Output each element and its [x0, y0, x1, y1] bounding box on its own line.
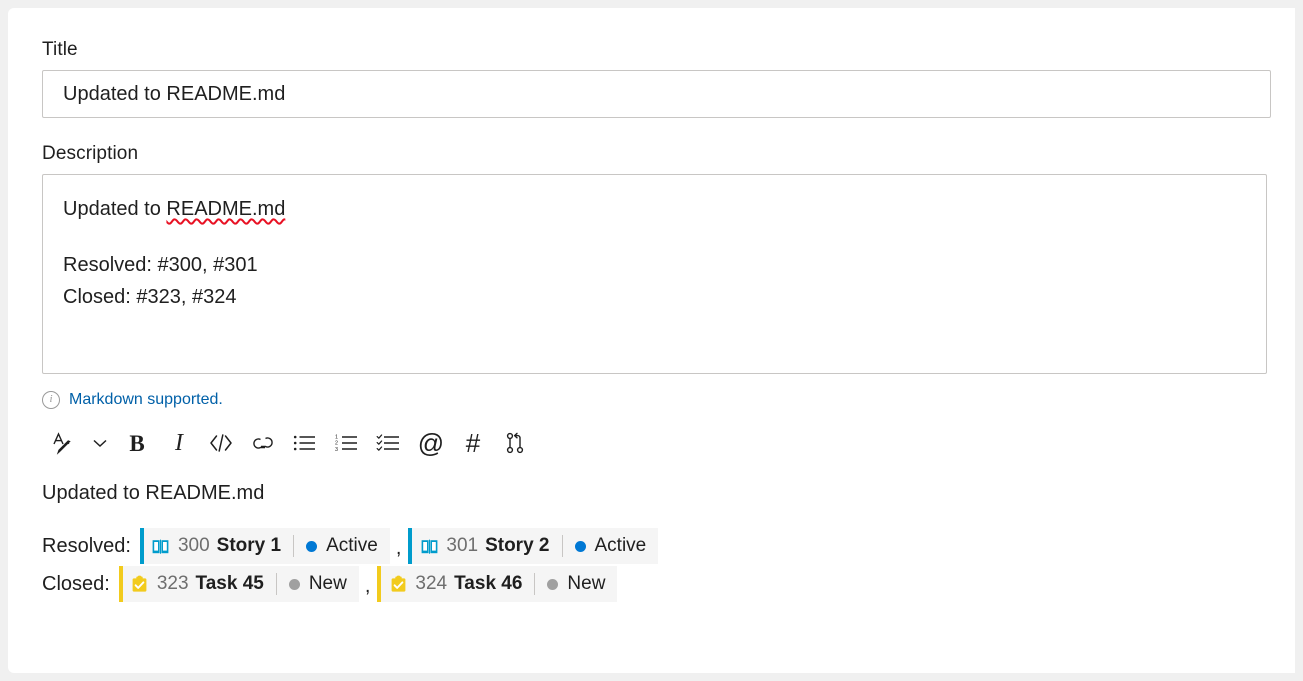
row-label: Resolved: — [42, 534, 131, 557]
title-label: Title — [42, 39, 78, 60]
chip-divider — [534, 573, 536, 595]
description-misspelled-word: README.md — [166, 198, 286, 220]
separator: , — [395, 537, 402, 559]
linked-work-items: Resolved: 300 Story 1 Active , 301 Story… — [42, 528, 1269, 602]
bold-icon[interactable]: B — [116, 424, 158, 462]
description-blank-line — [63, 225, 1246, 249]
work-item-form-panel: Title Description Updated to README.md Re… — [8, 8, 1295, 673]
link-icon[interactable] — [242, 424, 284, 462]
description-label: Description — [42, 143, 139, 164]
work-item-id: 324 — [415, 573, 448, 594]
description-line-2: Resolved: #300, #301 — [63, 254, 258, 276]
bold-glyph: B — [129, 430, 145, 456]
font-color-icon[interactable] — [42, 424, 84, 462]
state-dot — [574, 540, 586, 552]
svg-text:2: 2 — [335, 441, 338, 447]
markdown-hint: i Markdown supported. — [42, 390, 1269, 410]
chip-divider — [275, 573, 277, 595]
user-story-icon — [419, 536, 439, 556]
work-item-chip[interactable]: 324 Task 46 New — [377, 566, 618, 602]
checklist-icon[interactable] — [368, 424, 410, 462]
markdown-supported-link[interactable]: Markdown supported. — [69, 391, 223, 409]
work-item-state: New — [308, 573, 347, 594]
description-preview: Updated to README.md Resolved: 300 Story… — [42, 478, 1269, 602]
hashtag-glyph: # — [465, 428, 481, 458]
work-item-title: Story 1 — [216, 535, 282, 556]
work-item-chip[interactable]: 323 Task 45 New — [118, 566, 359, 602]
hashtag-icon[interactable]: # — [452, 424, 494, 462]
work-item-state: Active — [326, 535, 378, 556]
mention-glyph: @ — [417, 428, 445, 458]
mention-icon[interactable]: @ — [410, 424, 452, 462]
work-item-chip[interactable]: 301 Story 2 Active — [408, 528, 659, 564]
description-line-3: Closed: #323, #324 — [63, 286, 237, 308]
preview-heading: Updated to README.md — [42, 482, 265, 504]
formatting-toolbar: B I 1 2 3 @ # — [42, 422, 1269, 464]
task-icon — [130, 574, 150, 594]
work-item-state: New — [567, 573, 606, 594]
italic-icon[interactable]: I — [158, 424, 200, 462]
chip-divider — [293, 535, 295, 557]
state-dot — [288, 578, 300, 590]
work-item-title: Task 46 — [454, 573, 523, 594]
row-label: Closed: — [42, 572, 110, 595]
description-line-1-prefix: Updated to — [63, 198, 167, 220]
svg-text:1: 1 — [335, 434, 338, 440]
work-item-title: Task 45 — [195, 573, 264, 594]
work-item-id: 301 — [446, 535, 479, 556]
italic-glyph: I — [175, 430, 183, 456]
svg-text:3: 3 — [335, 447, 338, 453]
task-icon — [388, 574, 408, 594]
preview-row-resolved: Resolved: 300 Story 1 Active , 301 Story… — [42, 528, 1269, 564]
state-dot — [547, 578, 559, 590]
numbered-list-icon[interactable]: 1 2 3 — [326, 424, 368, 462]
chip-divider — [561, 535, 563, 557]
preview-row-closed: Closed: 323 Task 45 New , 324 Task 46 Ne… — [42, 566, 1269, 602]
separator: , — [364, 575, 371, 597]
work-item-state: Active — [594, 535, 647, 556]
state-dot — [306, 540, 318, 552]
chevron-down-icon[interactable] — [84, 424, 116, 462]
bulleted-list-icon[interactable] — [284, 424, 326, 462]
work-item-title: Story 2 — [485, 535, 550, 556]
work-item-id: 323 — [156, 573, 189, 594]
pull-request-icon[interactable] — [494, 424, 536, 462]
form-content: Title Description Updated to README.md Re… — [42, 38, 1271, 604]
user-story-icon — [151, 536, 171, 556]
work-item-chip[interactable]: 300 Story 1 Active — [139, 528, 390, 564]
work-item-id: 300 — [177, 535, 210, 556]
title-input[interactable] — [42, 70, 1271, 118]
description-textarea[interactable]: Updated to README.md Resolved: #300, #301… — [42, 174, 1267, 374]
info-icon: i — [42, 391, 60, 409]
code-icon[interactable] — [200, 424, 242, 462]
